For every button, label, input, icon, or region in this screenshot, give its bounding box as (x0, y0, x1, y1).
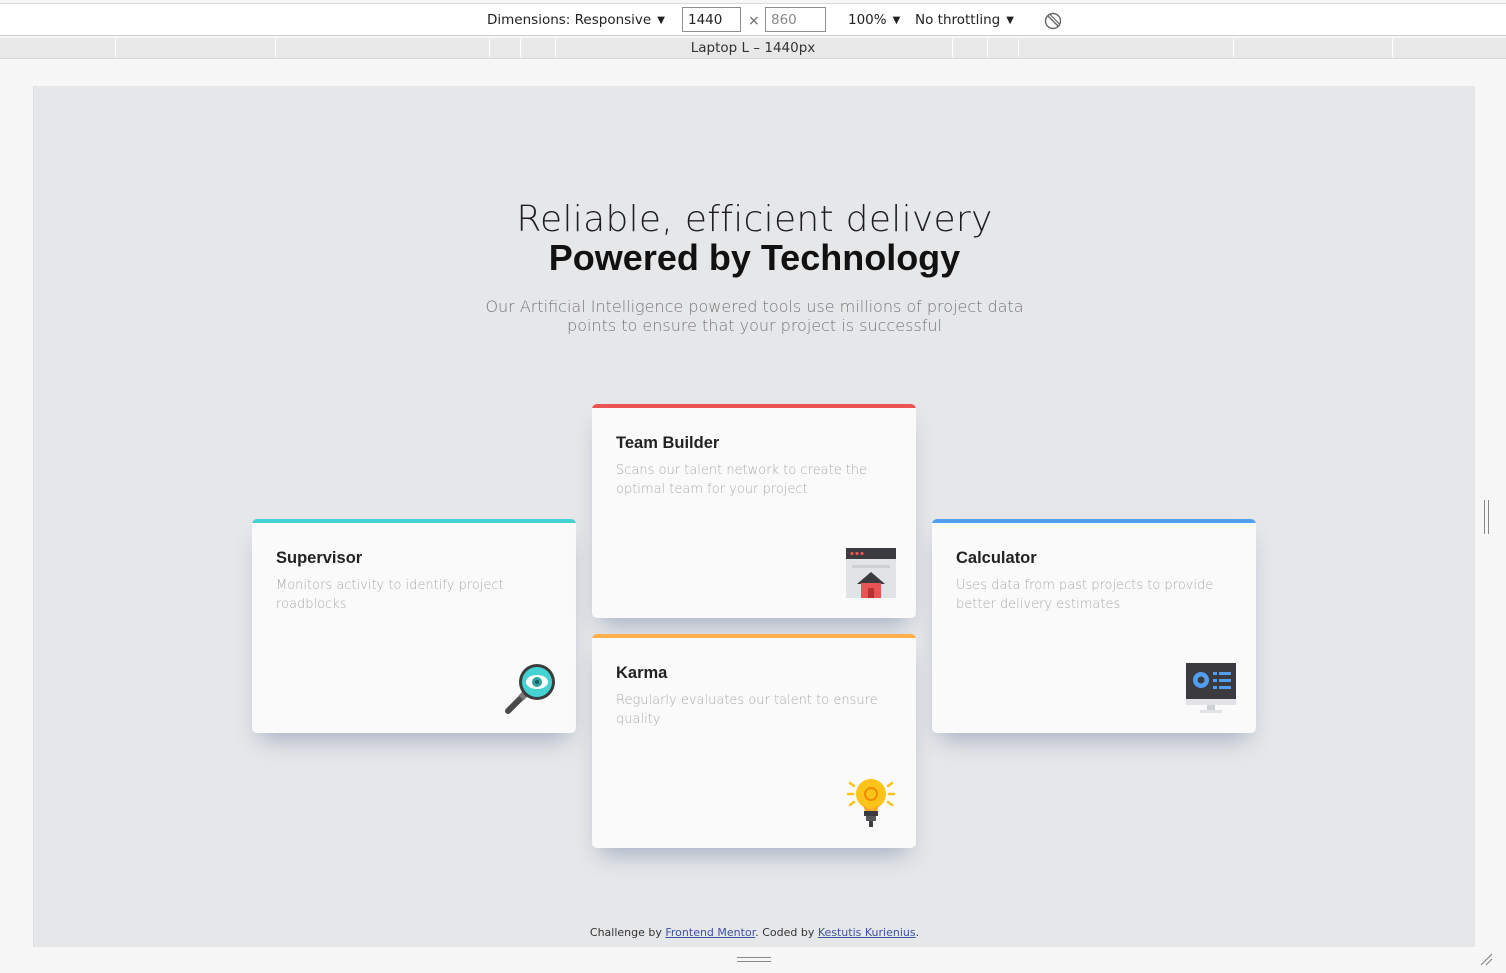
throttling-label: No throttling (915, 12, 1001, 28)
lightbulb-icon (846, 779, 896, 827)
zoom-label: 100% (848, 12, 887, 28)
resize-corner-icon[interactable] (1479, 952, 1493, 966)
card-karma: Karma Regularly evaluates our talent to … (592, 634, 916, 848)
headline: Reliable, efficient delivery (516, 199, 993, 240)
card-accent-bar (252, 519, 576, 523)
device-toolbar: Dimensions: Responsive ▼ × 100% ▼ No throt… (0, 3, 1506, 36)
card-description: Regularly evaluates our talent to ensure… (616, 693, 878, 727)
card-accent-bar (592, 634, 916, 638)
throttling-dropdown[interactable]: No throttling ▼ (915, 4, 1014, 36)
card-title: Supervisor (276, 549, 363, 567)
attribution-prefix: Challenge by (589, 926, 666, 939)
card-supervisor: Supervisor Monitors activity to identify… (252, 519, 576, 733)
browser-home-icon (846, 548, 896, 598)
intro-text: Our Artificial Intelligence powered tool… (485, 297, 1024, 335)
card-description: Monitors activity to identify project ro… (276, 578, 504, 612)
card-description: Uses data from past projects to provide … (956, 578, 1214, 612)
chevron-down-icon: ▼ (892, 15, 901, 26)
rotate-icon[interactable] (1044, 12, 1062, 30)
author-link[interactable]: Kestutis Kurienius (818, 926, 916, 939)
card-calculator: Calculator Uses data from past projects … (932, 519, 1256, 733)
magnifier-eye-icon (505, 664, 555, 714)
card-accent-bar (932, 519, 1256, 523)
card-description: Scans our talent network to create the o… (616, 463, 868, 497)
attribution: Challenge by Frontend Mentor. Coded by K… (34, 926, 1475, 939)
card-title: Team Builder (616, 434, 720, 452)
attribution-middle: . Coded by (755, 926, 818, 939)
frontend-mentor-link[interactable]: Frontend Mentor (665, 926, 755, 939)
chevron-down-icon: ▼ (1006, 15, 1014, 26)
media-query-label: Laptop L – 1440px (690, 40, 816, 56)
times-separator: × (748, 13, 760, 29)
headline-strong: Powered by Technology (548, 237, 961, 278)
attribution-suffix: . (915, 926, 920, 939)
card-team-builder: Team Builder Scans our talent network to… (592, 404, 916, 618)
height-input[interactable] (765, 7, 826, 32)
dimensions-dropdown[interactable]: Dimensions: Responsive ▼ (487, 4, 665, 36)
card-title: Karma (616, 664, 668, 682)
card-title: Calculator (956, 549, 1037, 567)
card-accent-bar (592, 404, 916, 408)
resize-handle-bottom[interactable] (737, 957, 771, 962)
resize-handle-right[interactable] (1484, 500, 1489, 534)
monitor-chart-icon (1186, 663, 1236, 713)
device-viewport: Reliable, efficient delivery Powered by … (33, 86, 1475, 947)
width-input[interactable] (682, 7, 741, 32)
chevron-down-icon: ▼ (657, 15, 665, 26)
zoom-dropdown[interactable]: 100% ▼ (848, 4, 900, 36)
dimensions-label: Dimensions: Responsive (487, 12, 652, 28)
media-query-bar[interactable]: Laptop L – 1440px (0, 38, 1506, 59)
